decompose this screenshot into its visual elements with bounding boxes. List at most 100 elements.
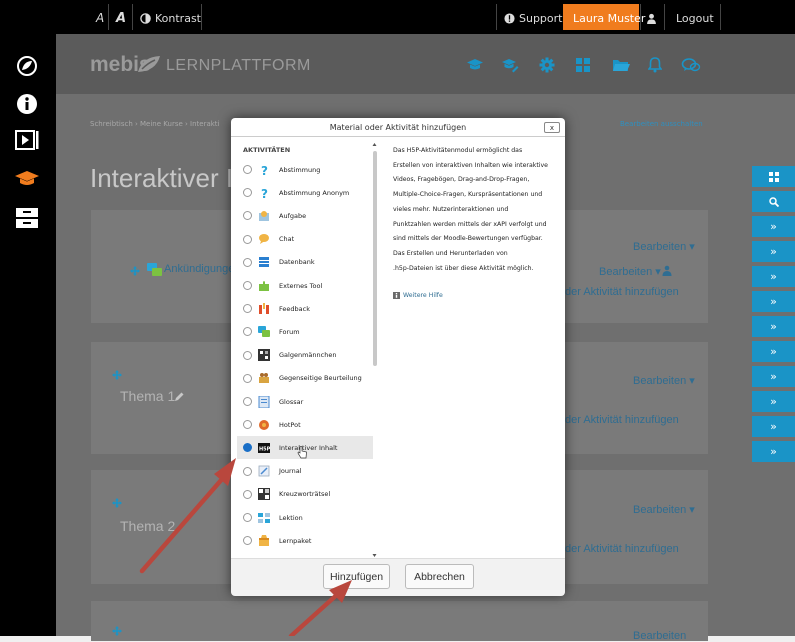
activity-option[interactable]: Gegenseitige Beurteilung xyxy=(237,367,373,390)
block-item[interactable]: » xyxy=(752,416,795,437)
activity-option[interactable]: ? Abstimmung Anonym xyxy=(237,181,373,204)
radio-button[interactable] xyxy=(243,304,252,314)
contrast-icon xyxy=(140,12,151,24)
activity-option[interactable]: Lektion xyxy=(237,506,373,529)
section-edit-menu[interactable]: Bearbeiten ▾ xyxy=(633,374,695,387)
graduation-cap-icon[interactable] xyxy=(14,170,40,188)
add-button[interactable]: Hinzufügen xyxy=(323,564,390,589)
activity-option[interactable]: Journal xyxy=(237,460,373,483)
user-name[interactable]: Laura Muster xyxy=(573,8,645,28)
activity-option[interactable]: HotPot xyxy=(237,413,373,436)
pencil-icon[interactable] xyxy=(175,392,184,401)
activity-option[interactable]: Aufgabe xyxy=(237,204,373,227)
block-item[interactable]: » xyxy=(752,241,795,262)
announcements-link[interactable]: Ankündigunge xyxy=(164,263,234,275)
add-activity-link[interactable]: der Aktivität hinzufügen xyxy=(565,543,679,555)
radio-button[interactable] xyxy=(243,536,252,546)
activity-chooser-dialog: Material oder Aktivität hinzufügen x AKT… xyxy=(231,118,565,596)
scrollbar-thumb[interactable] xyxy=(373,151,377,366)
radio-button[interactable] xyxy=(243,281,252,290)
add-activity-link[interactable]: der Aktivität hinzufügen xyxy=(565,286,679,298)
move-icon[interactable] xyxy=(130,266,140,276)
chevron-right-icon: » xyxy=(770,245,777,258)
block-item[interactable]: » xyxy=(752,441,795,462)
activity-option[interactable]: Lernpaket xyxy=(237,529,373,552)
mebis-logo-icon[interactable] xyxy=(16,55,38,77)
more-help-link[interactable]: Weitere Hilfe xyxy=(393,292,443,299)
activity-option[interactable]: Galgenmännchen xyxy=(237,344,373,367)
move-icon[interactable] xyxy=(112,498,122,508)
activity-option[interactable]: Feedback xyxy=(237,297,373,320)
move-icon[interactable] xyxy=(112,626,122,636)
course-icon[interactable] xyxy=(466,58,484,72)
block-item[interactable]: » xyxy=(752,266,795,287)
profile-button[interactable] xyxy=(646,8,657,28)
radio-button[interactable] xyxy=(243,466,252,476)
bell-icon[interactable] xyxy=(648,57,662,73)
info-icon[interactable] xyxy=(16,93,38,115)
activity-edit-menu[interactable]: Bearbeiten ▾ xyxy=(599,265,661,278)
section-edit-menu[interactable]: Bearbeiten ▾ xyxy=(633,503,695,516)
megaphone-icon xyxy=(258,302,279,315)
add-activity-link[interactable]: der Aktivität hinzufügen xyxy=(565,414,679,426)
forum-icon xyxy=(258,325,279,338)
activity-option[interactable]: Datenbank xyxy=(237,251,373,274)
edit-mode-toggle[interactable]: Bearbeiten ausschalten xyxy=(620,120,703,128)
block-item[interactable]: » xyxy=(752,316,795,337)
radio-button[interactable] xyxy=(243,443,252,453)
block-item[interactable]: » xyxy=(752,216,795,237)
move-icon[interactable] xyxy=(112,370,122,380)
folder-icon[interactable] xyxy=(612,58,630,72)
activity-option[interactable]: Chat xyxy=(237,228,373,251)
chevron-right-icon: » xyxy=(770,295,777,308)
section-edit-menu[interactable]: Bearbeiten xyxy=(633,630,686,642)
divider xyxy=(496,4,497,30)
breadcrumb[interactable]: Schreibtisch › Meine Kurse › Interakti xyxy=(90,120,220,128)
cancel-button[interactable]: Abbrechen xyxy=(405,564,474,589)
divider xyxy=(108,4,109,30)
activity-option[interactable]: Forum xyxy=(237,320,373,343)
radio-button[interactable] xyxy=(243,350,252,360)
radio-button[interactable] xyxy=(243,513,252,522)
logout-button[interactable]: Logout xyxy=(676,8,714,28)
radio-button[interactable] xyxy=(243,234,252,244)
activity-option[interactable]: Glossar xyxy=(237,390,373,413)
activity-option[interactable]: ? Abstimmung xyxy=(237,158,373,181)
radio-button[interactable] xyxy=(243,165,252,174)
activity-option[interactable]: Externes Tool xyxy=(237,274,373,297)
user-icon[interactable] xyxy=(662,265,672,276)
radio-button[interactable] xyxy=(243,489,252,499)
block-item[interactable]: » xyxy=(752,366,795,387)
activity-option[interactable]: H5P Interaktiver Inhalt xyxy=(237,436,373,460)
block-item[interactable]: » xyxy=(752,391,795,412)
block-item[interactable]: » xyxy=(752,291,795,312)
radio-button[interactable] xyxy=(243,257,252,267)
radio-button[interactable] xyxy=(243,188,252,198)
activity-option[interactable]: Kreuzworträtsel xyxy=(237,483,373,506)
radio-button[interactable] xyxy=(243,373,252,383)
font-increase-button[interactable]: A xyxy=(116,8,126,28)
archive-icon[interactable] xyxy=(15,207,39,229)
dashboard-icon[interactable] xyxy=(575,57,591,73)
course-edit-icon[interactable] xyxy=(501,58,519,73)
divider xyxy=(720,4,721,30)
chevron-right-icon: » xyxy=(770,445,777,458)
contrast-button[interactable]: Kontrast xyxy=(140,8,201,28)
support-button[interactable]: Support xyxy=(504,8,562,28)
block-search[interactable] xyxy=(752,191,795,212)
dialog-close-button[interactable]: x xyxy=(544,122,560,133)
activity-list[interactable]: AKTIVITÄTEN ? Abstimmung? Abstimmung Anony… xyxy=(237,142,373,558)
mebis-leaf-icon xyxy=(138,56,160,72)
chat-bubbles-icon[interactable] xyxy=(681,57,701,73)
radio-button[interactable] xyxy=(243,211,252,221)
block-dock-toggle[interactable] xyxy=(752,166,795,187)
radio-button[interactable] xyxy=(243,397,252,406)
radio-button[interactable] xyxy=(243,420,252,430)
database-icon xyxy=(258,256,279,268)
media-icon[interactable] xyxy=(15,130,39,150)
radio-button[interactable] xyxy=(243,327,252,337)
section-edit-menu[interactable]: Bearbeiten ▾ xyxy=(633,240,695,253)
block-item[interactable]: » xyxy=(752,341,795,362)
gear-icon[interactable] xyxy=(539,57,555,73)
font-decrease-button[interactable]: A xyxy=(96,8,104,28)
